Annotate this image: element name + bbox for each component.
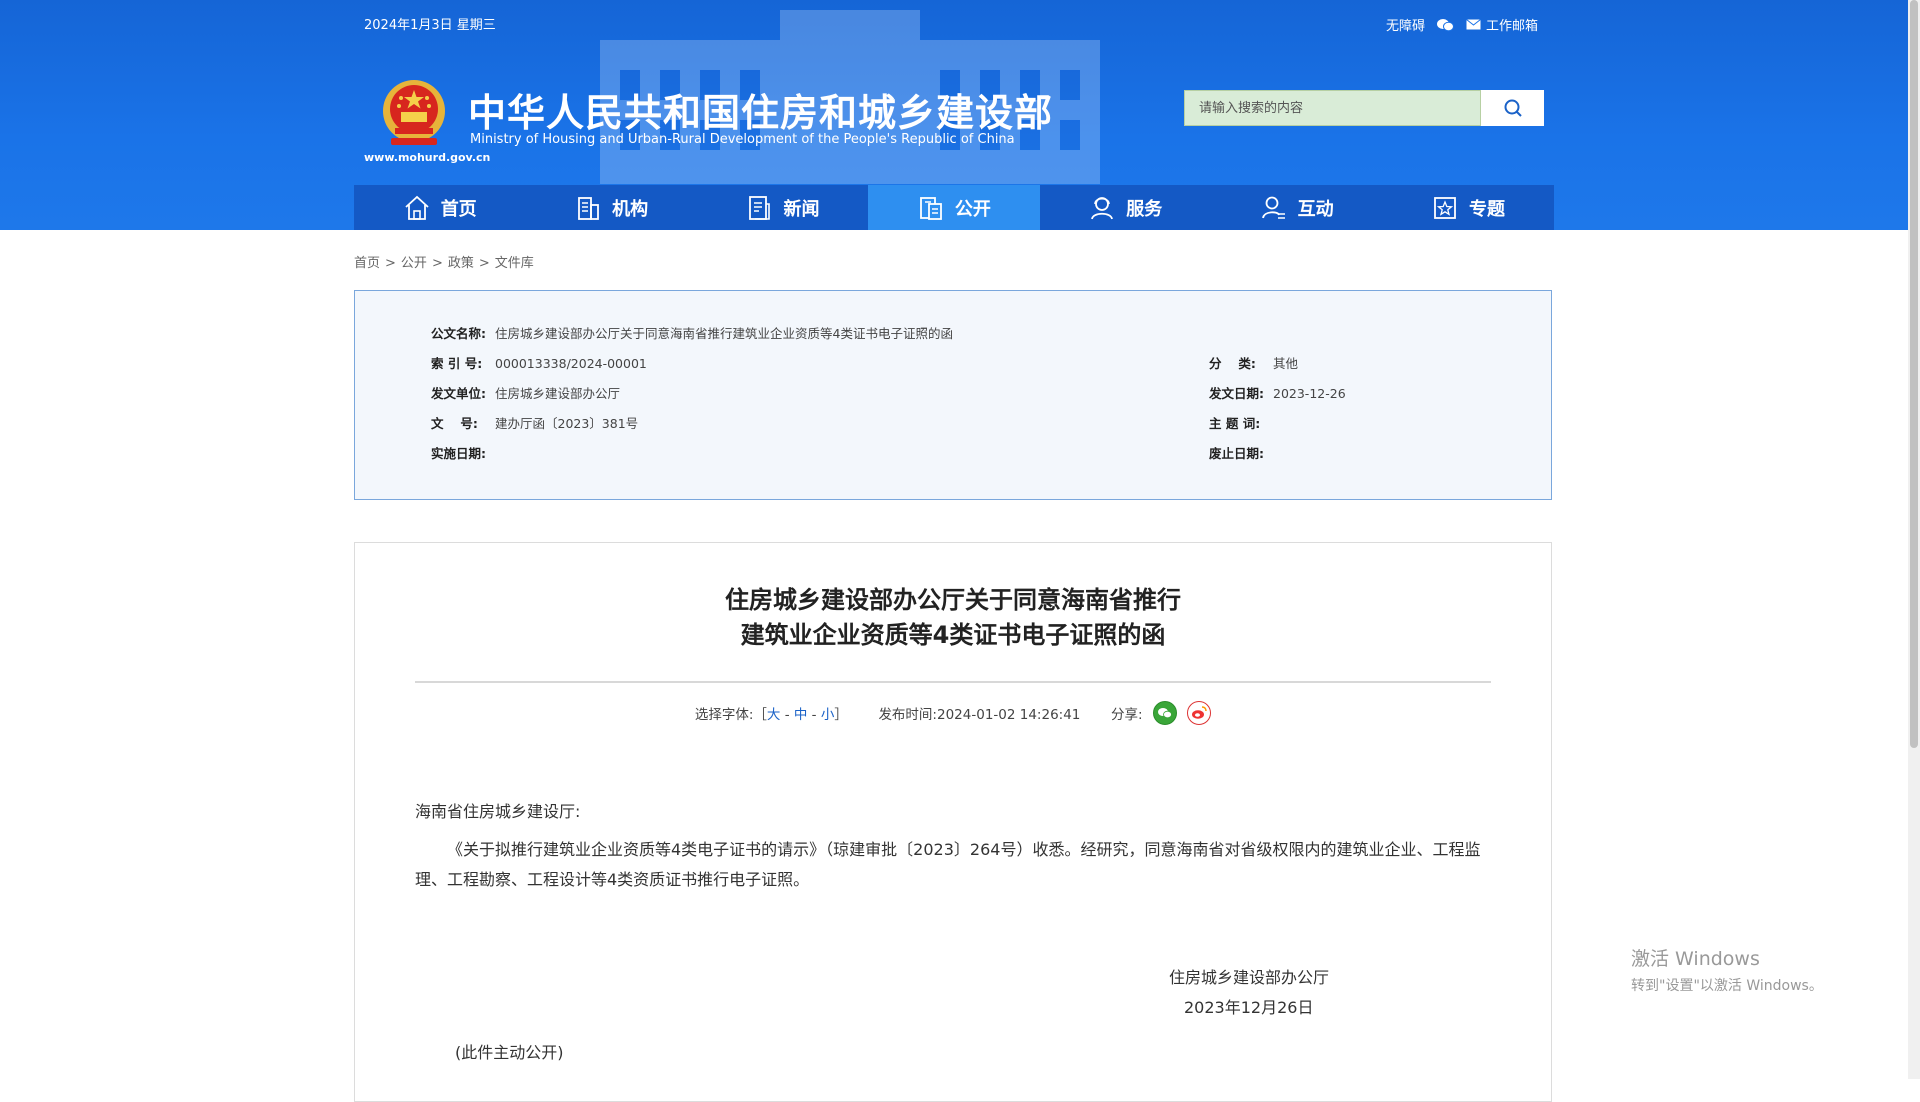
nav-label: 首页 <box>440 198 477 220</box>
watermark-line1: 激活 Windows <box>1631 948 1760 970</box>
meta-doc-no: 文 号: 建办厅函〔2023〕381号 <box>431 413 638 432</box>
nav-item-topic[interactable]: 专题 <box>1382 185 1553 230</box>
disclosure-note: (此件主动公开) <box>455 1043 564 1062</box>
search-button[interactable] <box>1481 90 1544 126</box>
font-size-bracket: ］ <box>834 707 848 723</box>
breadcrumb-library[interactable]: 文件库 <box>495 256 534 271</box>
site-header: 2024年1月3日 星期三 无障碍 工作邮箱 中华人民共和国住房和城乡建设部 M… <box>0 0 1908 230</box>
scrollbar-thumb[interactable] <box>1910 0 1918 748</box>
nav-item-news[interactable]: 新闻 <box>697 185 868 230</box>
meta-label: 发文单位: <box>431 386 486 401</box>
top-links: 无障碍 工作邮箱 <box>1386 15 1538 34</box>
nav-label: 公开 <box>954 198 991 220</box>
meta-issue-date: 发文日期: 2023-12-26 <box>1209 383 1346 402</box>
current-date: 2024年1月3日 星期三 <box>364 18 496 33</box>
nav-item-service[interactable]: 服务 <box>1040 185 1211 230</box>
meta-effective-date: 实施日期: <box>431 443 495 462</box>
nav-label: 机构 <box>612 198 649 220</box>
article-title-line1: 住房城乡建设部办公厅关于同意海南省推行 <box>725 586 1181 614</box>
nav-label: 专题 <box>1469 198 1506 220</box>
signature-org: 住房城乡建设部办公厅 <box>1169 968 1330 987</box>
watermark-line2: 转到"设置"以激活 Windows。 <box>1631 978 1823 994</box>
news-icon <box>749 195 771 220</box>
meta-label: 发文日期: <box>1209 386 1264 401</box>
nav-item-disclosure[interactable]: 公开 <box>868 185 1040 230</box>
letter-body: 《关于拟推行建筑业企业资质等4类电子证书的请示》（琼建审批〔2023〕264号）… <box>415 840 1481 889</box>
publish-time-label: 发布时间: <box>878 707 937 723</box>
wechat-icon[interactable] <box>1437 18 1455 32</box>
nav-item-organization[interactable]: 机构 <box>525 185 696 230</box>
share-wechat-icon[interactable] <box>1152 701 1177 725</box>
meta-value: 000013338/2024-00001 <box>495 356 647 371</box>
site-url: www.mohurd.gov.cn <box>364 151 491 164</box>
page-scrollbar[interactable] <box>1908 0 1920 1079</box>
main-nav: 首页 机构 新闻 公开 服务 互动 专题 <box>354 185 1554 230</box>
national-emblem-icon <box>383 80 445 145</box>
windows-activation-watermark: 激活 Windows 转到"设置"以激活 Windows。 <box>1631 944 1823 995</box>
font-size-label: 选择字体:［ <box>694 707 767 723</box>
meta-label: 废止日期: <box>1209 446 1264 461</box>
breadcrumb-policy[interactable]: 政策 <box>448 256 474 271</box>
nav-label: 服务 <box>1126 198 1163 220</box>
nav-item-home[interactable]: 首页 <box>354 185 525 230</box>
article-panel: 住房城乡建设部办公厅关于同意海南省推行 建筑业企业资质等4类证书电子证照的函 选… <box>354 542 1552 1102</box>
signature-date: 2023年12月26日 <box>1184 998 1314 1017</box>
nav-label: 新闻 <box>783 198 820 220</box>
meta-category: 分 类: 其他 <box>1209 353 1298 372</box>
disclosure-icon <box>919 196 942 220</box>
breadcrumb-disclosure[interactable]: 公开 <box>401 256 427 271</box>
letter-salutation: 海南省住房城乡建设厅: <box>415 802 581 821</box>
search-bar <box>1184 90 1544 126</box>
document-meta-box: 公文名称: 住房城乡建设部办公厅关于同意海南省推行建筑业企业资质等4类证书电子证照… <box>354 290 1552 500</box>
meta-issuer: 发文单位: 住房城乡建设部办公厅 <box>431 383 620 402</box>
home-icon <box>405 195 429 220</box>
meta-value: 建办厅函〔2023〕381号 <box>495 416 639 431</box>
breadcrumb-home[interactable]: 首页 <box>354 256 380 271</box>
meta-label: 主 题 词: <box>1209 416 1261 431</box>
meta-label: 文 号: <box>431 416 478 431</box>
font-size-large[interactable]: 大 <box>767 707 781 723</box>
share-weibo-icon[interactable] <box>1187 701 1212 725</box>
breadcrumb: 首页 > 公开 > 政策 > 文件库 <box>354 256 534 271</box>
nav-item-interaction[interactable]: 互动 <box>1211 185 1382 230</box>
meta-doc-name: 公文名称: 住房城乡建设部办公厅关于同意海南省推行建筑业企业资质等4类证书电子证照… <box>431 323 953 342</box>
font-size-medium[interactable]: 中 <box>794 707 808 723</box>
topic-icon <box>1434 196 1456 219</box>
meta-value: 住房城乡建设部办公厅关于同意海南省推行建筑业企业资质等4类证书电子证照的函 <box>495 326 953 341</box>
service-icon <box>1091 196 1114 219</box>
nav-label: 互动 <box>1297 198 1334 220</box>
meta-value: 其他 <box>1273 356 1299 371</box>
article-info-bar: 选择字体:［大 - 中 - 小］ 发布时间:2024-01-02 14:26:4… <box>355 701 1551 727</box>
meta-label: 实施日期: <box>431 446 486 461</box>
work-mail-label: 工作邮箱 <box>1486 19 1539 34</box>
mail-icon <box>1466 19 1481 30</box>
meta-keywords: 主 题 词: <box>1209 413 1273 432</box>
meta-index: 索 引 号: 000013338/2024-00001 <box>431 353 647 372</box>
meta-value: 2023-12-26 <box>1273 386 1346 401</box>
font-size-small[interactable]: 小 <box>821 707 835 723</box>
interaction-icon <box>1261 196 1285 219</box>
publish-time: 2024-01-02 14:26:41 <box>937 707 1081 723</box>
search-input[interactable] <box>1184 90 1481 126</box>
building-icon <box>578 196 599 220</box>
meta-label: 公文名称: <box>431 326 486 341</box>
meta-label: 分 类: <box>1209 356 1256 371</box>
article-title-line2: 建筑业企业资质等4类证书电子证照的函 <box>740 621 1166 649</box>
site-title-en: Ministry of Housing and Urban-Rural Deve… <box>470 132 1015 147</box>
meta-label: 索 引 号: <box>431 356 483 371</box>
search-icon <box>1504 99 1522 117</box>
work-mail-link[interactable]: 工作邮箱 <box>1466 15 1538 34</box>
share-label: 分享: <box>1110 707 1143 723</box>
title-divider <box>415 681 1491 683</box>
accessibility-link[interactable]: 无障碍 <box>1386 15 1425 34</box>
meta-expire-date: 废止日期: <box>1209 443 1273 462</box>
site-title-cn: 中华人民共和国住房和城乡建设部 <box>468 91 1054 135</box>
meta-value: 住房城乡建设部办公厅 <box>495 386 621 401</box>
